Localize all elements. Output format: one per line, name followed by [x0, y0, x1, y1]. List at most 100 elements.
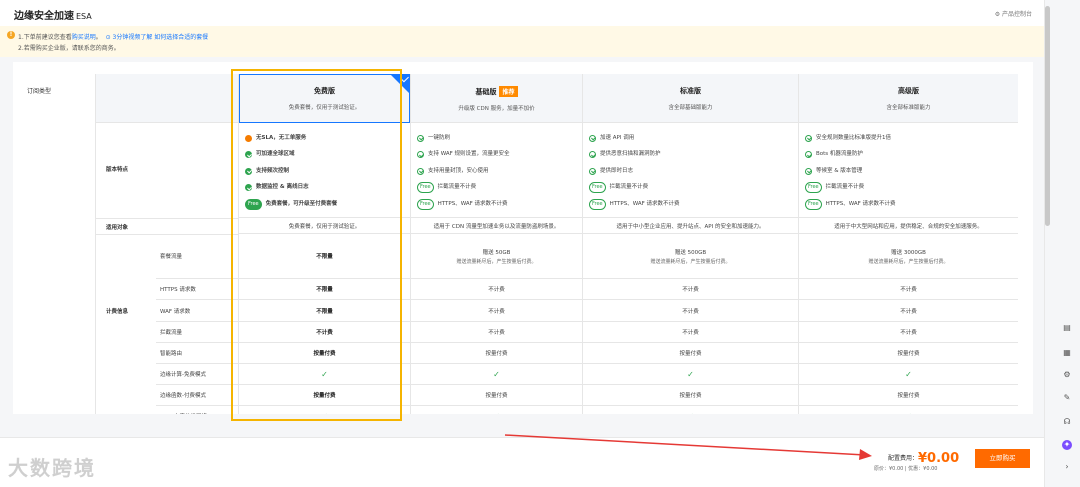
settings-icon[interactable]: ⚙	[1062, 370, 1072, 380]
billing-cell: 不计费	[239, 322, 410, 343]
target-cell: 免费套餐，仅用于测试验证。	[239, 218, 410, 234]
feature-item: Free HTTPS、WAF 请求数不计费	[417, 196, 582, 213]
target-cell: 适用于中大型网站和应用，提供稳定、合规的安全加速服务。	[799, 218, 1018, 234]
billing-row-label: HTTPS 请求数	[156, 279, 239, 300]
feature-item: 可加速全球区域	[245, 147, 410, 164]
free-tag: Free	[589, 182, 606, 194]
feature-item: 加速 API 调用	[589, 130, 798, 147]
feature-item: Free 拦截流量不计费	[417, 180, 582, 197]
free-tag: Free	[245, 198, 262, 210]
billing-cell: 不计费	[583, 322, 798, 343]
billing-row-label: 拦截流量	[156, 322, 239, 343]
feature-item: Free 拦截流量不计费	[589, 180, 798, 197]
ai-assistant-icon[interactable]: ✦	[1062, 440, 1072, 450]
billing-cell: 不计费	[583, 300, 798, 322]
feature-item: 支持 WAF 规则设置，流量更安全	[417, 147, 582, 164]
billing-cell: ✓	[583, 406, 798, 415]
billing-cell: 不限量	[239, 300, 410, 322]
billing-label: 计费信息	[106, 309, 129, 315]
feature-item: Free HTTPS、WAF 请求数不计费	[589, 196, 798, 213]
feature-list: 无SLA，无工单服务 可加速全球区域 支持频次控制 数据监控 & 离线日志 Free 免费…	[239, 124, 410, 218]
check-circle-icon	[589, 167, 596, 175]
check-circle-icon	[805, 151, 812, 159]
plan-desc: 含全部标准版能力	[886, 105, 931, 111]
edit-icon[interactable]: ✎	[1062, 393, 1072, 403]
notice-banner: ! 1.下单前建议您查看购买说明。 ⊙ 3分钟视频了解 如何选择合适的套餐 2.…	[0, 26, 1044, 57]
billing-cell: ✓	[583, 364, 798, 385]
plan-header[interactable]: 高级版 含全部标准版能力	[799, 74, 1018, 123]
feature-item: 安全规则数量比标准版提升1倍	[805, 130, 1018, 147]
free-tag: Free	[805, 198, 822, 210]
feature-item: 支持用量封顶，安心使用	[417, 163, 582, 180]
target-cell: 适用于 CDN 流量型加速业务以及流量防盗刷场景。	[411, 218, 582, 234]
plan-comparison-panel: 订阅类型 版本特点 适用对象 计费信息 套餐流量 HTTPS 请求数 WAF 请求数…	[13, 62, 1033, 414]
free-tag: Free	[417, 182, 434, 194]
purchase-guide-link[interactable]: 购买说明	[72, 34, 96, 41]
check-circle-icon	[805, 167, 812, 175]
check-circle-icon	[245, 167, 252, 175]
scrollbar[interactable]	[1045, 6, 1050, 226]
billing-cell: 按量付费	[411, 343, 582, 364]
plan-column[interactable]: 高级版 含全部标准版能力安全规则数量比标准版提升1倍 Bots 机器流量防护 等候室 …	[799, 74, 1018, 414]
cost-amount: ¥0.00	[918, 451, 960, 466]
support-icon[interactable]: ☊	[1062, 417, 1072, 427]
billing-cell: 按量付费	[583, 343, 798, 364]
check-circle-icon	[417, 134, 424, 142]
feature-item: 提供即时日志	[589, 163, 798, 180]
billing-row-label: 套餐流量	[156, 234, 239, 279]
billing-row-label: 智能路由	[156, 343, 239, 364]
billing-cell: 不计费	[411, 322, 582, 343]
buy-now-button[interactable]: 立即购买	[975, 449, 1030, 468]
chevron-right-icon[interactable]: ›	[1062, 462, 1072, 472]
plan-name: 标准版	[680, 87, 701, 95]
check-circle-icon	[805, 134, 812, 142]
feature-item: 支持频次控制	[245, 163, 410, 180]
free-tag: Free	[417, 198, 434, 210]
document-icon[interactable]: ▤	[1062, 323, 1072, 333]
video-guide-link[interactable]: ⊙ 3分钟视频了解 如何选择合适的套餐	[106, 34, 209, 41]
feature-item: 数据监控 & 离线日志	[245, 180, 410, 197]
billing-cell: ✓	[799, 364, 1018, 385]
billing-cell: 不计费	[799, 322, 1018, 343]
price-breakdown: 原价：¥0.00 | 优惠：¥0.00	[874, 466, 938, 472]
plan-header[interactable]: 免费版 免费套餐，仅用于测试验证。	[239, 74, 410, 123]
feature-item: 无SLA，无工单服务	[245, 130, 410, 147]
calculator-icon[interactable]: ▦	[1062, 348, 1072, 358]
feature-list: 一键防刷 支持 WAF 规则设置，流量更安全 支持用量封顶，安心使用 Free 拦截流量…	[411, 124, 582, 218]
check-circle-icon	[589, 134, 596, 142]
plan-column[interactable]: 标准版 含全部基础版能力 加速 API 调用 提供恶意扫描和漏洞防护 提供即时日志 Fre…	[583, 74, 799, 414]
free-tag: Free	[589, 198, 606, 210]
target-label: 适用对象	[106, 225, 129, 231]
subscription-type-label: 订阅类型	[27, 88, 52, 95]
billing-row-label: 边缘函数-付费模式	[156, 385, 239, 406]
billing-cell: 按量付费	[799, 343, 1018, 364]
annotation-arrow	[504, 434, 872, 460]
feature-item: 一键防刷	[417, 130, 582, 147]
notice-line-2: 2.若需购买企业版，请联系您的商务。	[18, 45, 120, 52]
check-circle-icon	[245, 151, 252, 159]
plan-header[interactable]: 标准版含全部基础版能力	[583, 74, 798, 123]
feature-item: 等候室 & 版本管理	[805, 163, 1018, 180]
billing-cell: 不计费	[799, 279, 1018, 300]
page-title: 边缘安全加速 ESA	[14, 11, 92, 22]
plan-column[interactable]: 免费版 免费套餐，仅用于测试验证。 无SLA，无工单服务 可加速全球区域 支持频次控制数…	[239, 74, 411, 414]
warning-icon	[245, 134, 252, 142]
target-cell: 适用于中小型企业应用、提升站点、API 的安全和加速能力。	[583, 218, 798, 234]
plan-desc: 含全部基础版能力	[668, 105, 713, 111]
billing-cell: ✓	[411, 364, 582, 385]
billing-cell: 按量付费	[239, 385, 410, 406]
billing-cell: 按量付费	[799, 385, 1018, 406]
feature-item: Free 免费套餐，可升级至付费套餐	[245, 196, 410, 213]
billing-cell: 不计费	[411, 279, 582, 300]
plan-column[interactable]: 基础版 推荐 升级版 CDN 服务，加量不加价 一键防刷 支持 WAF 规则设置，流量更…	[411, 74, 583, 414]
product-console-link[interactable]: ⚙ 产品控制台	[995, 9, 1032, 18]
billing-cell: 赠送 50GB 赠送流量耗尽后，产生按量后付费。	[411, 234, 582, 279]
billing-cell: 按量付费	[411, 385, 582, 406]
billing-cell: 赠送 3000GB 赠送流量耗尽后，产生按量后付费。	[799, 234, 1018, 279]
billing-cell: 不限量	[239, 234, 410, 279]
feature-list: 安全规则数量比标准版提升1倍 Bots 机器流量防护 等候室 & 版本管理 Free 拦…	[799, 124, 1018, 218]
feature-item: Free HTTPS、WAF 请求数不计费	[805, 196, 1018, 213]
feature-item: Bots 机器流量防护	[805, 147, 1018, 164]
billing-cell: ✓	[799, 406, 1018, 415]
plan-header[interactable]: 基础版 推荐 升级版 CDN 服务，加量不加价	[411, 74, 582, 123]
